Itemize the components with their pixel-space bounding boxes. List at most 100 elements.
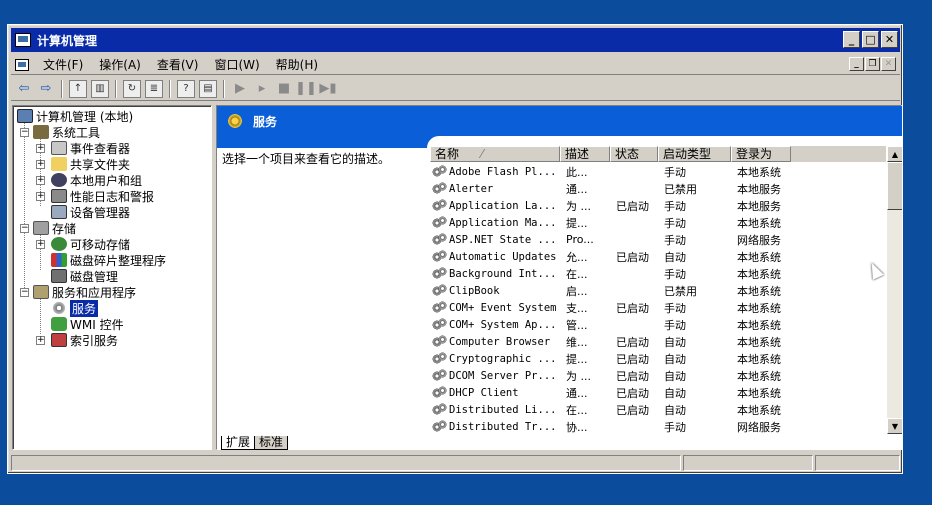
tree-item-disk-defragmenter[interactable]: 磁盘碎片整理程序 <box>51 252 166 268</box>
service-row[interactable]: DCOM Server Pr... 为 ... 已启动 自动 本地系统 <box>430 367 886 384</box>
service-startup-type: 自动 <box>664 403 686 417</box>
collapse-toggle[interactable]: − <box>20 128 29 137</box>
service-row[interactable]: COM+ Event System 支... 已启动 手动 本地系统 <box>430 299 886 316</box>
expand-toggle[interactable]: + <box>36 144 45 153</box>
service-row[interactable]: Cryptographic ... 提... 已启动 自动 本地系统 <box>430 350 886 367</box>
service-row[interactable]: Computer Browser 维... 已启动 自动 本地系统 <box>430 333 886 350</box>
expand-toggle[interactable]: + <box>36 160 45 169</box>
vertical-scrollbar[interactable]: ▲ ▼ <box>887 146 902 434</box>
tree-label: 索引服务 <box>70 333 119 348</box>
tab-standard[interactable]: 标准 <box>254 436 289 450</box>
service-row[interactable]: Application Ma... 提... 手动 本地系统 <box>430 214 886 231</box>
service-gear-icon <box>432 181 448 196</box>
toolbar: ⇦ ⇨ ↑ ▥ ↻ ≣ ? ▤ ▶ ▸ ■ ❚❚ ▶▮ <box>11 77 900 101</box>
tree-item-event-viewer[interactable]: 事件查看器 <box>51 140 130 156</box>
console-icon[interactable] <box>15 58 29 71</box>
service-row[interactable]: Background Int... 在... 手动 本地系统 <box>430 265 886 282</box>
tree-item-services-applications[interactable]: 服务和应用程序 <box>33 284 136 300</box>
service-row[interactable]: DHCP Client 通... 已启动 自动 本地系统 <box>430 384 886 401</box>
scroll-down-button[interactable]: ▼ <box>887 418 902 434</box>
service-name: COM+ System Ap... <box>430 317 560 332</box>
tree-item-local-users-groups[interactable]: 本地用户和组 <box>51 172 142 188</box>
play-icon[interactable]: ▸ <box>253 80 271 98</box>
menu-file[interactable]: 文件(F) <box>35 56 91 73</box>
toolbar-separator <box>169 79 171 98</box>
stop-service-icon[interactable]: ■ <box>275 80 293 98</box>
service-status: 已启动 <box>616 335 649 349</box>
forward-arrow-icon[interactable]: ⇨ <box>37 80 55 98</box>
service-row[interactable]: Automatic Updates 允... 已启动 自动 本地系统 <box>430 248 886 265</box>
up-folder-icon[interactable]: ↑ <box>69 79 87 98</box>
service-row[interactable]: Distributed Li... 在... 已启动 自动 本地系统 <box>430 401 886 418</box>
tree-item-removable-storage[interactable]: 可移动存储 <box>51 236 130 252</box>
column-header-description[interactable]: 描述 <box>560 146 610 162</box>
expand-toggle[interactable]: + <box>36 192 45 201</box>
mdi-restore-button[interactable]: ❐ <box>865 57 880 71</box>
scroll-thumb[interactable] <box>887 162 902 210</box>
service-description: 协... <box>566 420 588 434</box>
status-pane <box>815 455 900 471</box>
refresh-icon[interactable]: ↻ <box>123 79 141 98</box>
expand-toggle[interactable]: + <box>36 176 45 185</box>
service-row[interactable]: COM+ System Ap... 管... 手动 本地系统 <box>430 316 886 333</box>
collapse-toggle[interactable]: − <box>20 224 29 233</box>
tab-extended[interactable]: 扩展 <box>221 436 256 450</box>
service-row[interactable]: ClipBook 启... 已禁用 本地系统 <box>430 282 886 299</box>
service-description: 在... <box>566 403 588 417</box>
service-logon-as: 本地系统 <box>737 318 781 332</box>
expand-toggle[interactable]: + <box>36 240 45 249</box>
maximize-button[interactable]: □ <box>862 31 879 48</box>
show-hide-tree-icon[interactable]: ▥ <box>91 79 109 98</box>
service-row[interactable]: Adobe Flash Pl... 此... 手动 本地系统 <box>430 163 886 180</box>
close-button[interactable]: ✕ <box>881 31 898 48</box>
mdi-close-button[interactable]: ✕ <box>881 57 896 71</box>
export-list-icon[interactable]: ≣ <box>145 79 163 98</box>
scroll-up-button[interactable]: ▲ <box>887 146 902 162</box>
service-gear-icon <box>432 351 448 366</box>
properties-icon[interactable]: ▤ <box>199 79 217 98</box>
expand-toggle[interactable]: + <box>36 336 45 345</box>
tree-label: 事件查看器 <box>70 141 131 156</box>
tree-item-system-tools[interactable]: 系统工具 <box>33 124 100 140</box>
column-header-startup-type[interactable]: 启动类型 <box>658 146 731 162</box>
tree-item-storage[interactable]: 存储 <box>33 220 76 236</box>
column-header-status[interactable]: 状态 <box>610 146 658 162</box>
start-service-icon[interactable]: ▶ <box>231 80 249 98</box>
service-row[interactable]: Distributed Tr... 协... 手动 网络服务 <box>430 418 886 434</box>
menu-view[interactable]: 查看(V) <box>149 56 207 73</box>
panel-header: 服务 <box>217 106 902 136</box>
service-gear-icon <box>432 300 448 315</box>
service-row[interactable]: Application La... 为 ... 已启动 手动 本地服务 <box>430 197 886 214</box>
toolbar-separator <box>223 79 225 98</box>
collapse-toggle[interactable]: − <box>20 288 29 297</box>
service-row[interactable]: Alerter 通... 已禁用 本地服务 <box>430 180 886 197</box>
menu-window[interactable]: 窗口(W) <box>206 56 267 73</box>
menu-help[interactable]: 帮助(H) <box>268 56 326 73</box>
window-title: 计算机管理 <box>37 33 98 48</box>
back-arrow-icon[interactable]: ⇦ <box>15 80 33 98</box>
restart-service-icon[interactable]: ▶▮ <box>319 80 337 98</box>
pause-service-icon[interactable]: ❚❚ <box>295 80 317 98</box>
tree-item-indexing-service[interactable]: 索引服务 <box>51 332 118 348</box>
tree-item-shared-folders[interactable]: 共享文件夹 <box>51 156 130 172</box>
service-gear-icon <box>432 283 448 298</box>
tree-item-wmi-control[interactable]: WMI 控件 <box>51 316 124 332</box>
event-viewer-icon <box>51 141 67 155</box>
column-header-name[interactable]: 名称 ⁄ <box>430 146 560 162</box>
minimize-button[interactable]: _ <box>843 31 860 48</box>
service-name: Computer Browser <box>430 334 560 349</box>
help-icon[interactable]: ? <box>177 79 195 98</box>
title-bar[interactable]: 计算机管理 _ □ ✕ <box>11 28 900 52</box>
service-row[interactable]: ASP.NET State ... Pro... 手动 网络服务 <box>430 231 886 248</box>
tree-label: 可移动存储 <box>70 237 131 252</box>
tree-item-computer-management[interactable]: 计算机管理 (本地) <box>17 108 133 124</box>
tree-item-services[interactable]: 服务 <box>51 299 99 317</box>
tree-item-performance-logs[interactable]: 性能日志和警报 <box>51 188 154 204</box>
mdi-minimize-button[interactable]: _ <box>849 57 864 71</box>
menu-action[interactable]: 操作(A) <box>91 56 149 73</box>
column-header-logon-as[interactable]: 登录为 <box>731 146 791 162</box>
tree-item-device-manager[interactable]: 设备管理器 <box>51 204 130 220</box>
tree-item-disk-management[interactable]: 磁盘管理 <box>51 268 118 284</box>
tree-label: WMI 控件 <box>70 317 124 332</box>
wmi-icon <box>51 317 67 331</box>
